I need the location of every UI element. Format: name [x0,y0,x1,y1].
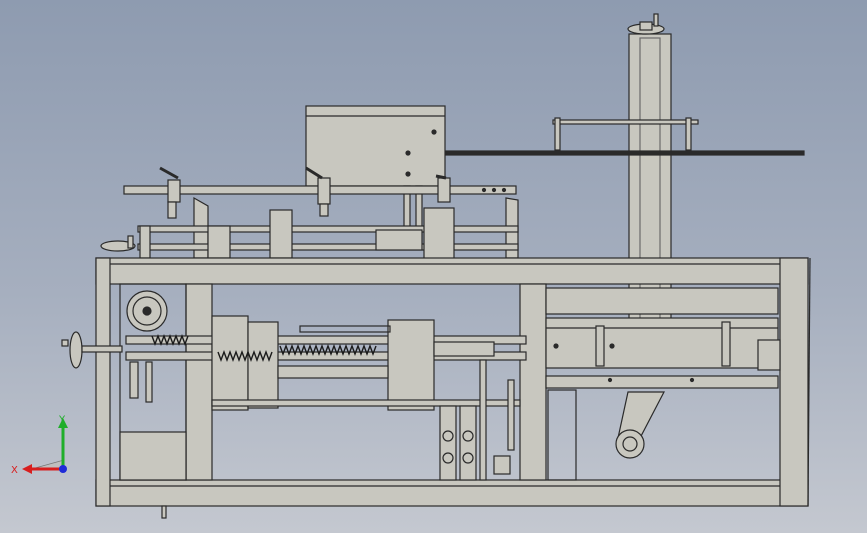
z-axis-dot [59,465,67,473]
gear-wheel [126,290,168,332]
side-handwheel [61,331,123,369]
machine-model-front-view[interactable] [0,0,867,533]
coordinate-triad: X Y [10,412,80,482]
upper-guide-rods [439,117,805,156]
upper-rail [123,166,517,219]
cad-viewport[interactable]: X Y [0,0,867,533]
upper-left-handwheel [100,235,136,252]
y-axis-label: Y [58,414,66,425]
x-axis-label: X [11,465,18,476]
